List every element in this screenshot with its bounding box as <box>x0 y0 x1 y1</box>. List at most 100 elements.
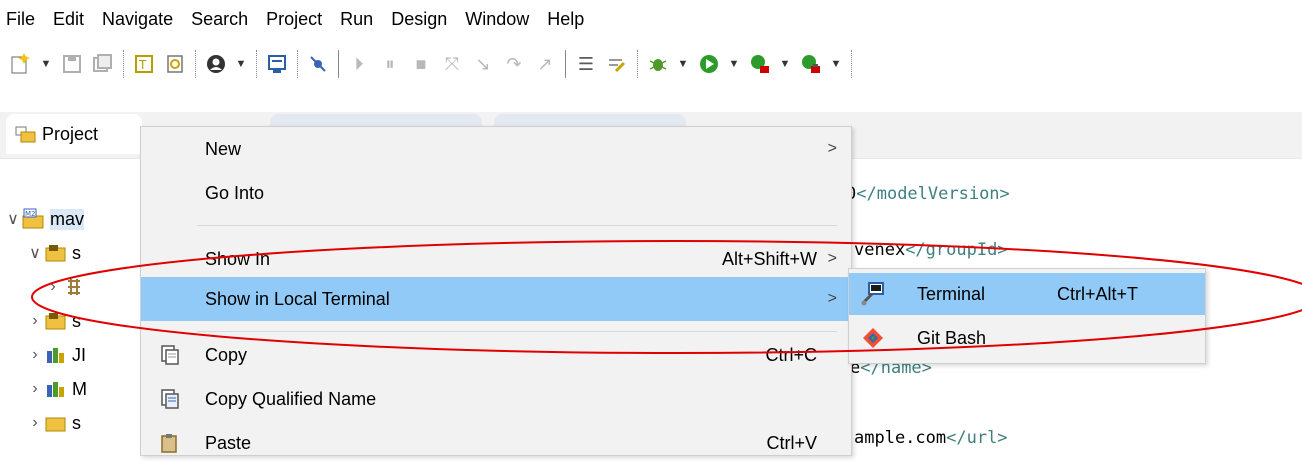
chevron-right-icon[interactable]: › <box>26 312 44 330</box>
tree-item-maven-library[interactable]: › M <box>26 372 87 406</box>
source-folder-icon <box>44 242 68 264</box>
menu-design[interactable]: Design <box>389 9 449 30</box>
menu-item-shortcut: Ctrl+C <box>765 344 817 365</box>
paste-icon <box>157 430 183 456</box>
submenu-item-git-bash[interactable]: Git Bash <box>849 317 1205 359</box>
menu-item-copy-qualified-name[interactable]: Copy Qualified Name <box>141 377 851 421</box>
code-line: venex</groupId> <box>854 240 1008 260</box>
menu-item-go-into[interactable]: Go Into <box>141 171 851 215</box>
menu-run[interactable]: Run <box>338 9 375 30</box>
chevron-right-icon[interactable]: › <box>26 380 44 398</box>
chevron-right-icon[interactable]: › <box>44 278 62 296</box>
chevron-down-icon[interactable]: ▼ <box>676 51 690 77</box>
tree-item-source-folder[interactable]: ∨ s <box>26 236 81 270</box>
chevron-down-icon[interactable]: ▼ <box>727 51 741 77</box>
user-icon[interactable] <box>203 51 229 77</box>
library-icon <box>44 344 68 366</box>
tree-item-label: M <box>72 378 87 399</box>
step-over-icon[interactable]: ↷ <box>501 51 527 77</box>
menu-window[interactable]: Window <box>463 9 531 30</box>
suspend-icon[interactable]: ⏸ <box>377 51 403 77</box>
chevron-down-icon[interactable]: ▼ <box>234 51 248 77</box>
code-line: 0</modelVersion> <box>846 184 1010 204</box>
chevron-down-icon[interactable]: ▼ <box>829 51 843 77</box>
step-return-icon[interactable]: ↗ <box>532 51 558 77</box>
menu-navigate[interactable]: Navigate <box>100 9 175 30</box>
console-icon[interactable] <box>264 51 290 77</box>
menu-item-copy[interactable]: Copy Ctrl+C <box>141 333 851 377</box>
source-folder-icon <box>44 310 68 332</box>
submenu-item-shortcut: Ctrl+Alt+T <box>1057 283 1139 304</box>
code-line: ample.com</url> <box>854 428 1008 448</box>
local-terminal-submenu: Terminal Ctrl+Alt+T Git Bash <box>848 268 1206 364</box>
chevron-down-icon[interactable]: ▼ <box>39 51 53 77</box>
menu-item-shortcut: Alt+Shift+W <box>721 248 817 269</box>
copy-icon <box>157 342 183 368</box>
git-bash-icon <box>859 324 887 352</box>
tree-item-source-folder[interactable]: › s <box>26 304 81 338</box>
disconnect-icon[interactable]: ⤧ <box>439 51 465 77</box>
external-tools-icon[interactable] <box>798 51 824 77</box>
tab-project-explorer[interactable]: Project <box>6 114 142 154</box>
submenu-item-label: Terminal <box>917 283 986 304</box>
menu-item-label: Copy <box>205 344 248 365</box>
toolbar-separator <box>195 50 197 78</box>
use-step-filters-icon[interactable]: ☰ <box>573 51 599 77</box>
menu-item-show-in[interactable]: Show In Alt+Shift+W > <box>141 237 851 281</box>
tree-item-label: s <box>72 242 81 263</box>
tree-item-label: JI <box>72 344 87 365</box>
menu-edit[interactable]: Edit <box>51 9 86 30</box>
chevron-right-icon: > <box>827 250 837 267</box>
folder-icon <box>44 412 68 434</box>
run-icon[interactable] <box>696 51 722 77</box>
menu-separator <box>197 331 837 332</box>
tree-item-maven-project[interactable]: ∨ M2 mav <box>4 202 85 236</box>
toolbar-separator <box>123 50 125 78</box>
menu-item-new[interactable]: New > <box>141 127 851 171</box>
resume-icon[interactable]: ⏵ <box>346 51 372 77</box>
terminate-icon[interactable]: ■ <box>408 51 434 77</box>
toolbar-separator <box>637 50 639 78</box>
menu-item-label: Paste <box>205 432 252 453</box>
menu-item-paste[interactable]: Paste Ctrl+V <box>141 421 851 465</box>
package-icon <box>62 276 86 298</box>
step-into-icon[interactable]: ↘ <box>470 51 496 77</box>
toolbar-separator <box>851 50 853 78</box>
menu-item-show-in-local-terminal[interactable]: Show in Local Terminal > <box>141 277 851 321</box>
copy-qualified-name-icon <box>157 386 183 412</box>
open-type-icon[interactable]: T <box>131 51 157 77</box>
debug-icon[interactable] <box>645 51 671 77</box>
run-coverage-icon[interactable] <box>747 51 773 77</box>
save-icon[interactable] <box>59 51 85 77</box>
tree-item-folder[interactable]: › s <box>26 406 81 440</box>
chevron-right-icon[interactable]: › <box>26 414 44 432</box>
submenu-item-label: Git Bash <box>917 327 987 348</box>
menu-item-label: Show In <box>205 248 271 269</box>
menu-project[interactable]: Project <box>264 9 324 30</box>
chevron-right-icon[interactable]: › <box>26 346 44 364</box>
save-all-icon[interactable] <box>90 51 116 77</box>
menu-bar: File Edit Navigate Search Project Run De… <box>0 0 1302 38</box>
menu-item-label: Copy Qualified Name <box>205 388 377 409</box>
menu-file[interactable]: File <box>4 9 37 30</box>
toolbar-separator <box>338 50 340 78</box>
project-explorer-icon <box>14 123 38 145</box>
chevron-down-icon[interactable]: ∨ <box>26 243 44 263</box>
menu-search[interactable]: Search <box>189 9 250 30</box>
chevron-down-icon[interactable]: ▼ <box>778 51 792 77</box>
menu-help[interactable]: Help <box>545 9 586 30</box>
menu-separator <box>197 225 837 226</box>
open-resource-icon[interactable] <box>162 51 188 77</box>
drop-to-frame-icon[interactable] <box>604 51 630 77</box>
chevron-down-icon[interactable]: ∨ <box>4 209 22 229</box>
new-wizard-icon[interactable] <box>8 51 34 77</box>
tab-project-explorer-label: Project <box>42 123 99 144</box>
tree-item-package[interactable]: › <box>44 270 90 304</box>
terminal-icon <box>859 280 887 308</box>
maven-project-icon: M2 <box>22 208 46 230</box>
tree-item-jre-library[interactable]: › JI <box>26 338 86 372</box>
menu-item-shortcut: Ctrl+V <box>766 432 817 453</box>
skip-breakpoints-icon[interactable] <box>305 51 331 77</box>
svg-text:M2: M2 <box>25 210 36 218</box>
submenu-item-terminal[interactable]: Terminal Ctrl+Alt+T <box>849 273 1205 315</box>
